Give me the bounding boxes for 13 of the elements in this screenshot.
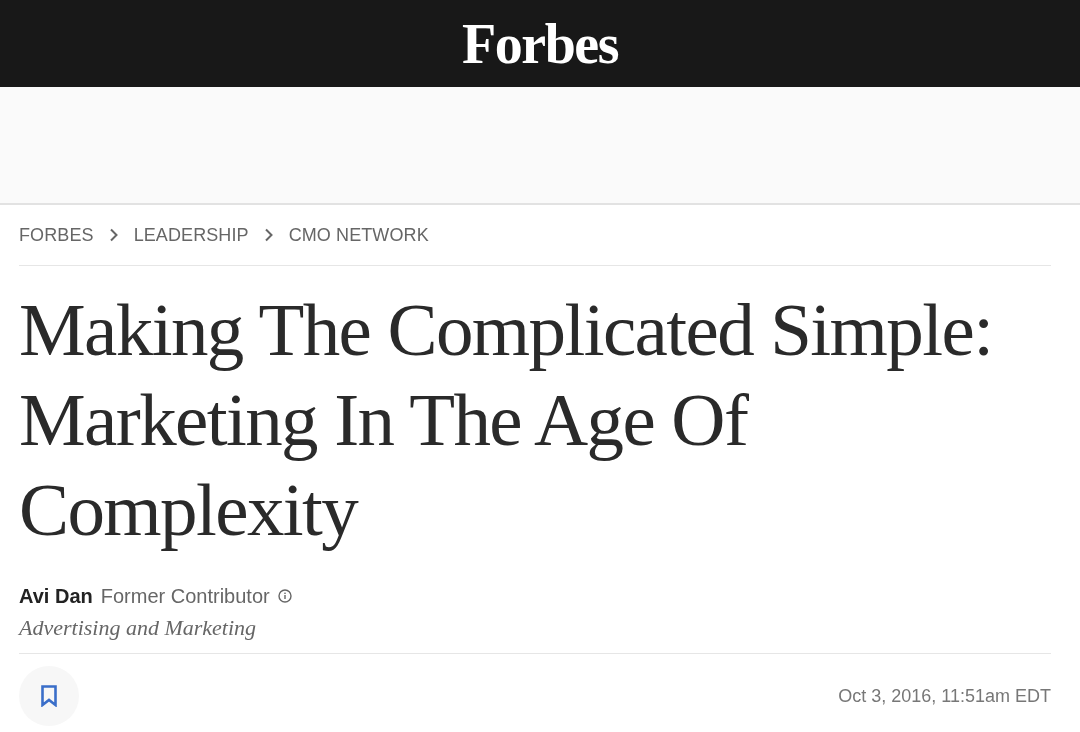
author-section[interactable]: Advertising and Marketing (19, 615, 1051, 642)
forbes-logo[interactable]: Forbes (462, 15, 618, 72)
author-name[interactable]: Avi Dan (19, 581, 93, 611)
chevron-right-icon (108, 228, 119, 242)
chevron-right-icon (263, 228, 274, 242)
breadcrumb-link[interactable]: FORBES (19, 221, 94, 249)
bookmark-icon (41, 685, 57, 708)
author-role: Former Contributor (100, 584, 270, 609)
article-title: Making The Complicated Simple: Marketing In The Age Of Complexity (19, 287, 994, 553)
breadcrumb-link[interactable]: CMO NETWORK (288, 221, 429, 249)
info-icon[interactable] (277, 589, 292, 603)
breadcrumb-link[interactable]: LEADERSHIP (133, 221, 249, 249)
publish-date: Oct 3, 2016, 11:51am EDT (838, 684, 1051, 708)
